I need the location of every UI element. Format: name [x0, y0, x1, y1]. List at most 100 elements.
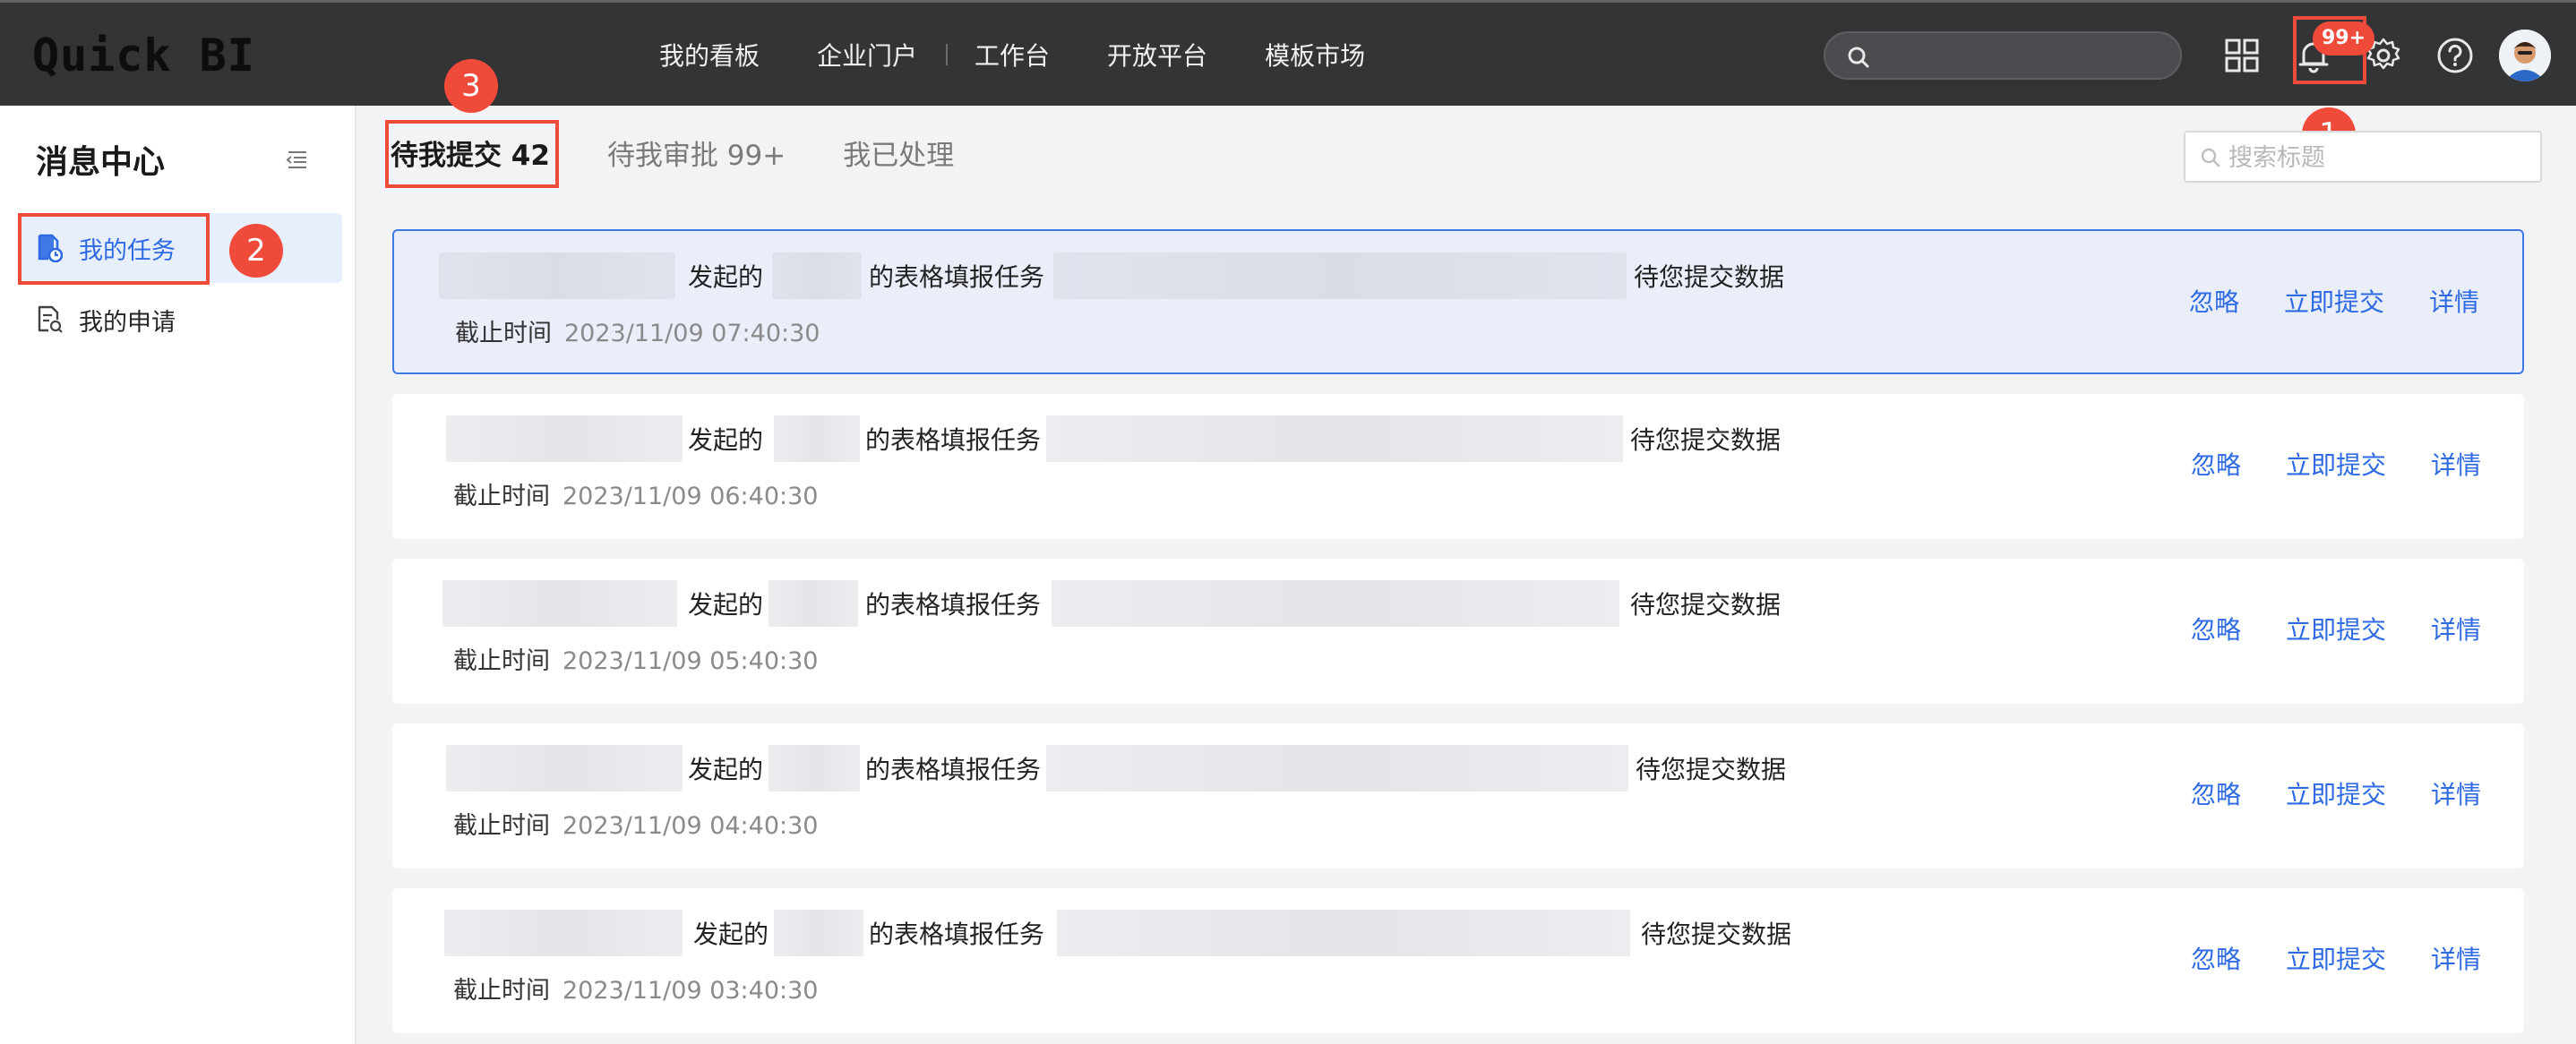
text-form-task: 的表格填报任务: [865, 590, 1042, 620]
detail-button[interactable]: 详情: [2431, 446, 2481, 482]
redacted-form-name: [769, 580, 859, 627]
task-deadline: 截止时间 2023/11/09 04:40:30: [453, 806, 818, 841]
text-initiated: 发起的: [688, 755, 764, 784]
help-icon[interactable]: [2434, 35, 2476, 76]
search-icon: [2201, 148, 2220, 167]
main-nav: 我的看板 企业门户 工作台 开放平台 模板市场: [659, 37, 1422, 73]
sidebar-title: 消息中心: [36, 144, 166, 181]
user-avatar[interactable]: [2499, 30, 2551, 81]
redacted-task-title: [1046, 745, 1629, 792]
detail-button[interactable]: 详情: [2431, 940, 2481, 976]
text-awaiting: 待您提交数据: [1630, 425, 1782, 455]
task-summary: 发起的 的表格填报任务 待您提交数据: [437, 415, 1781, 462]
tab-pending-approval[interactable]: 待我审批 99+: [607, 133, 786, 173]
nav-open-platform[interactable]: 开放平台: [1107, 37, 1207, 73]
nav-workbench[interactable]: 工作台: [975, 37, 1050, 73]
detail-button[interactable]: 详情: [2431, 775, 2481, 811]
text-form-task: 的表格填报任务: [865, 425, 1042, 455]
redacted-form-name: [774, 910, 864, 956]
annotation-box-pending-tab: [385, 120, 559, 188]
task-card[interactable]: 发起的 的表格填报任务 待您提交数据 截止时间 2023/11/09 03:40:…: [392, 888, 2524, 1033]
nav-template-market[interactable]: 模板市场: [1265, 37, 1365, 73]
detail-button[interactable]: 详情: [2431, 611, 2481, 646]
annotation-marker-2: 2: [229, 224, 283, 278]
submit-now-button[interactable]: 立即提交: [2286, 611, 2386, 646]
deadline-value: 2023/11/09 03:40:30: [562, 977, 819, 1005]
ignore-button[interactable]: 忽略: [2191, 611, 2241, 646]
search-icon: [1848, 47, 1869, 68]
task-summary: 发起的 的表格填报任务 待您提交数据: [437, 910, 1791, 956]
text-form-task: 的表格填报任务: [869, 262, 1045, 292]
ignore-button[interactable]: 忽略: [2191, 940, 2241, 976]
title-search-input[interactable]: [2228, 141, 2524, 174]
deadline-label: 截止时间: [453, 977, 550, 1005]
task-summary: 发起的 的表格填报任务 待您提交数据: [437, 745, 1786, 792]
task-actions: 忽略 立即提交 详情: [2146, 446, 2481, 482]
text-awaiting: 待您提交数据: [1641, 920, 1792, 949]
task-actions: 忽略 立即提交 详情: [2146, 611, 2481, 646]
title-search-box: [2184, 131, 2542, 183]
task-card[interactable]: 发起的 的表格填报任务 待您提交数据 截止时间 2023/11/09 06:40:…: [392, 394, 2524, 539]
task-deadline: 截止时间 2023/11/09 05:40:30: [453, 641, 818, 676]
deadline-label: 截止时间: [453, 647, 550, 675]
task-card[interactable]: 发起的 的表格填报任务 待您提交数据 截止时间 2023/11/09 05:40:…: [392, 559, 2524, 704]
redacted-task-title: [1053, 252, 1627, 299]
sidebar-item-label: 我的申请: [79, 308, 176, 337]
task-deadline: 截止时间 2023/11/09 03:40:30: [453, 971, 818, 1005]
nav-divider: [946, 44, 949, 65]
ignore-button[interactable]: 忽略: [2191, 446, 2241, 482]
task-card[interactable]: 发起的 的表格填报任务 待您提交数据 截止时间 2023/11/09 04:40:…: [392, 723, 2524, 869]
submit-now-button[interactable]: 立即提交: [2286, 446, 2386, 482]
text-initiated: 发起的: [688, 590, 764, 620]
app-grid-icon[interactable]: [2221, 35, 2263, 76]
deadline-label: 截止时间: [453, 483, 550, 510]
task-card[interactable]: 发起的 的表格填报任务 待您提交数据 截止时间 2023/11/09 07:40:…: [392, 229, 2524, 374]
nav-enterprise-portal[interactable]: 企业门户: [817, 37, 917, 73]
text-form-task: 的表格填报任务: [869, 920, 1045, 949]
task-actions: 忽略 立即提交 详情: [2146, 940, 2481, 976]
deadline-value: 2023/11/09 04:40:30: [562, 812, 819, 840]
main-content: 待我提交 42 待我审批 99+ 我已处理 发起的 的表格填报任务 待您提交数据…: [358, 106, 2576, 1044]
redacted-initiator: [444, 910, 683, 956]
sidebar-item-my-applications[interactable]: 我的申请: [20, 285, 342, 355]
redacted-initiator: [446, 415, 683, 462]
task-summary: 发起的 的表格填报任务 待您提交数据: [437, 580, 1781, 627]
text-awaiting: 待您提交数据: [1630, 590, 1782, 620]
submit-now-button[interactable]: 立即提交: [2286, 940, 2386, 976]
task-deadline: 截止时间 2023/11/09 06:40:30: [453, 476, 818, 511]
application-doc-icon: [38, 305, 63, 333]
quick-bi-logo[interactable]: Quick BI: [32, 30, 255, 81]
collapse-menu-icon[interactable]: [283, 149, 308, 170]
deadline-label: 截止时间: [455, 320, 552, 347]
global-search-input[interactable]: [1824, 31, 2182, 80]
notification-badge: 99+: [2313, 21, 2375, 56]
annotation-marker-3: 3: [444, 59, 498, 113]
redacted-initiator: [439, 252, 675, 299]
submit-now-button[interactable]: 立即提交: [2284, 283, 2384, 319]
task-actions: 忽略 立即提交 详情: [2144, 283, 2479, 319]
redacted-initiator: [442, 580, 677, 627]
text-initiated: 发起的: [688, 425, 764, 455]
avatar-icon: [2499, 30, 2551, 81]
ignore-button[interactable]: 忽略: [2189, 283, 2239, 319]
nav-my-dashboards[interactable]: 我的看板: [659, 37, 760, 73]
redacted-task-title: [1046, 415, 1624, 462]
text-initiated: 发起的: [688, 262, 764, 292]
redacted-task-title: [1057, 910, 1631, 956]
detail-button[interactable]: 详情: [2429, 283, 2479, 319]
redacted-form-name: [774, 415, 861, 462]
redacted-task-title: [1052, 580, 1620, 627]
task-actions: 忽略 立即提交 详情: [2146, 775, 2481, 811]
redacted-form-name: [769, 745, 861, 792]
text-initiated: 发起的: [693, 920, 769, 949]
ignore-button[interactable]: 忽略: [2191, 775, 2241, 811]
submit-now-button[interactable]: 立即提交: [2286, 775, 2386, 811]
deadline-label: 截止时间: [453, 812, 550, 840]
redacted-form-name: [772, 252, 863, 299]
deadline-value: 2023/11/09 05:40:30: [562, 647, 819, 675]
annotation-box-my-tasks: [18, 213, 210, 285]
deadline-value: 2023/11/09 06:40:30: [562, 483, 819, 510]
tab-processed[interactable]: 我已处理: [843, 133, 954, 173]
redacted-initiator: [446, 745, 683, 792]
text-form-task: 的表格填报任务: [865, 755, 1042, 784]
